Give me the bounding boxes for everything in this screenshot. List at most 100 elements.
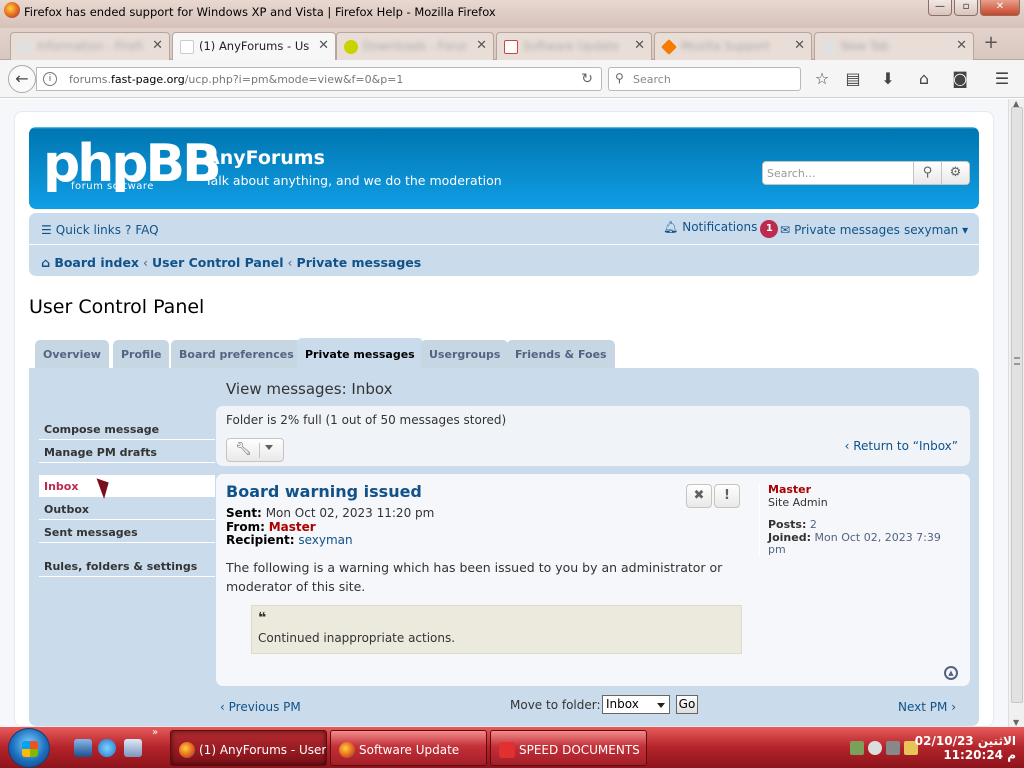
device-icon[interactable] bbox=[886, 741, 900, 755]
close-window-button[interactable]: ✕ bbox=[980, 0, 1020, 16]
return-to-inbox-link[interactable]: ‹ Return to “Inbox” bbox=[845, 439, 958, 453]
sender-profile: Master Site Admin Posts: 2 Joined: Mon O… bbox=[759, 483, 959, 557]
exclamation-icon: ! bbox=[724, 488, 730, 503]
outlook-express-icon[interactable] bbox=[124, 739, 142, 757]
menu-inbox[interactable]: Inbox bbox=[39, 475, 215, 497]
minimize-button[interactable]: — bbox=[928, 0, 952, 16]
taskbar-speed-documents[interactable]: SPEED DOCUMENTS bbox=[490, 730, 647, 766]
scrollbar-thumb[interactable] bbox=[1011, 107, 1023, 703]
user-menu[interactable]: sexyman ▾ bbox=[904, 223, 968, 237]
faq-link[interactable]: ? FAQ bbox=[125, 223, 159, 237]
close-tab-icon[interactable]: ✕ bbox=[956, 38, 967, 53]
back-to-top-icon[interactable]: ▲ bbox=[944, 666, 958, 680]
maximize-button[interactable]: ▫ bbox=[954, 0, 978, 16]
notification-count-badge: 1 bbox=[760, 220, 779, 238]
clock-time: 11:20:24 م bbox=[943, 748, 1016, 762]
content-title: View messages: Inbox bbox=[226, 380, 393, 398]
site-favicon-icon bbox=[344, 40, 358, 54]
report-message-button[interactable]: ! bbox=[714, 484, 740, 508]
move-to-folder-select[interactable]: Inbox bbox=[602, 695, 670, 714]
browser-tab-4[interactable]: Software Update ✕ bbox=[496, 32, 652, 60]
info-icon[interactable]: i bbox=[43, 72, 57, 86]
close-tab-icon[interactable]: ✕ bbox=[318, 38, 329, 53]
browser-tab-1[interactable]: Information - Firefox ✕ bbox=[10, 32, 170, 60]
close-tab-icon[interactable]: ✕ bbox=[476, 38, 487, 53]
downloads-icon[interactable]: ⬇ bbox=[878, 69, 898, 89]
browser-tab-active[interactable]: (1) AnyForums - User C... ✕ bbox=[172, 32, 336, 61]
pm-bottom-nav: ‹ Previous PM Move to folder: Inbox Go N… bbox=[216, 694, 970, 720]
browser-tab-6[interactable]: New Tab ✕ bbox=[814, 32, 974, 60]
scroll-down-icon[interactable]: ▼ bbox=[1013, 718, 1019, 727]
menu-outbox[interactable]: Outbox bbox=[39, 498, 215, 520]
breadcrumb-board-index[interactable]: Board index bbox=[54, 255, 139, 270]
navigation-toolbar: ← i forums.fast-page.org/ucp.php?i=pm&mo… bbox=[0, 60, 1024, 98]
tab-overview[interactable]: Overview bbox=[35, 340, 109, 368]
network-icon[interactable] bbox=[850, 741, 864, 755]
profile-username[interactable]: Master bbox=[768, 483, 959, 497]
back-button[interactable]: ← bbox=[8, 65, 36, 93]
browser-search-input[interactable]: ⚲ Search bbox=[608, 67, 801, 91]
firefox-logo-icon bbox=[4, 2, 20, 18]
advanced-search-button[interactable]: ⚙ bbox=[941, 162, 969, 184]
question-icon: ? bbox=[125, 223, 132, 237]
go-button[interactable]: Go bbox=[676, 695, 698, 714]
delete-message-button[interactable]: ✖ bbox=[686, 484, 712, 508]
forum-search-input[interactable]: Search… bbox=[767, 167, 816, 180]
windows-logo-icon bbox=[22, 741, 38, 757]
menu-rules-folders-settings[interactable]: Rules, folders & settings bbox=[39, 555, 215, 577]
taskbar-software-update[interactable]: Software Update bbox=[330, 730, 487, 766]
url-bar[interactable]: i forums.fast-page.org/ucp.php?i=pm&mode… bbox=[36, 67, 602, 91]
tab-private-messages[interactable]: Private messages bbox=[297, 338, 423, 368]
tools-dropdown-button[interactable]: 🔧︎ bbox=[226, 438, 284, 462]
inbox-icon: ✉ bbox=[780, 223, 791, 237]
forum-wrap: phpBB forum software AnyForums Talk abou… bbox=[14, 111, 994, 727]
close-tab-icon[interactable]: ✕ bbox=[794, 38, 805, 53]
chevron-down-icon bbox=[657, 703, 665, 708]
notifications-link[interactable]: 🔔︎ Notifications 1 bbox=[663, 220, 779, 238]
hamburger-menu-icon[interactable]: ☰ bbox=[992, 69, 1012, 89]
breadcrumb-private-messages[interactable]: Private messages bbox=[297, 255, 422, 270]
previous-pm-link[interactable]: ‹ Previous PM bbox=[220, 700, 301, 714]
close-tab-icon[interactable]: ✕ bbox=[152, 38, 163, 53]
internet-explorer-icon[interactable] bbox=[98, 739, 116, 757]
tab-profile[interactable]: Profile bbox=[113, 340, 170, 368]
web-page: phpBB forum software AnyForums Talk abou… bbox=[0, 99, 1008, 727]
menu-manage-drafts[interactable]: Manage PM drafts bbox=[39, 441, 215, 463]
folder-status-box: Folder is 2% full (1 out of 50 messages … bbox=[216, 406, 970, 466]
volume-icon[interactable] bbox=[868, 741, 882, 755]
reading-list-icon[interactable]: ▤ bbox=[843, 69, 863, 89]
quick-links-menu[interactable]: ☰ Quick links bbox=[41, 223, 121, 237]
page-icon bbox=[180, 40, 194, 54]
search-button[interactable]: ⚲ bbox=[913, 162, 941, 184]
reload-icon[interactable]: ↻ bbox=[581, 71, 593, 87]
pocket-icon[interactable]: ◙ bbox=[950, 69, 970, 89]
menu-compose-message[interactable]: Compose message bbox=[39, 418, 215, 440]
window-titlebar: Firefox has ended support for Windows XP… bbox=[0, 0, 1024, 28]
bookmark-star-icon[interactable]: ☆ bbox=[812, 69, 832, 89]
system-clock[interactable]: الاثنين 02/10/23 11:20:24 م bbox=[915, 734, 1016, 762]
breadcrumb-ucp[interactable]: User Control Panel bbox=[152, 255, 284, 270]
home-icon[interactable]: ⌂ bbox=[914, 69, 934, 89]
window-controls: — ▫ ✕ bbox=[928, 0, 1020, 16]
new-tab-button[interactable]: + bbox=[980, 34, 1002, 54]
tab-board-preferences[interactable]: Board preferences bbox=[171, 340, 302, 368]
tab-friends-foes[interactable]: Friends & Foes bbox=[507, 340, 615, 368]
show-desktop-icon[interactable] bbox=[74, 739, 92, 757]
tab-usergroups[interactable]: Usergroups bbox=[421, 340, 509, 368]
sender-link[interactable]: Master bbox=[269, 520, 316, 534]
folder-status: Folder is 2% full (1 out of 50 messages … bbox=[226, 413, 507, 427]
next-pm-link[interactable]: Next PM › bbox=[898, 700, 956, 714]
window-title: Firefox has ended support for Windows XP… bbox=[24, 5, 496, 19]
recipient-link[interactable]: sexyman bbox=[298, 533, 352, 547]
start-button[interactable] bbox=[8, 728, 50, 768]
browser-tab-5[interactable]: Mozilla Support ✕ bbox=[654, 32, 812, 60]
browser-tab-3[interactable]: Downloads - Forum ✕ bbox=[336, 32, 494, 60]
quick-launch-more-icon[interactable]: » bbox=[152, 727, 158, 738]
menu-sent-messages[interactable]: Sent messages bbox=[39, 521, 215, 543]
private-messages-link[interactable]: ✉ Private messages bbox=[780, 223, 900, 237]
sent-date: Mon Oct 02, 2023 11:20 pm bbox=[265, 506, 435, 520]
page-scrollbar[interactable]: ▲ ▼ bbox=[1008, 99, 1024, 727]
taskbar-firefox[interactable]: (1) AnyForums - User... bbox=[170, 730, 327, 766]
profile-posts[interactable]: 2 bbox=[810, 518, 817, 531]
close-tab-icon[interactable]: ✕ bbox=[634, 38, 645, 53]
